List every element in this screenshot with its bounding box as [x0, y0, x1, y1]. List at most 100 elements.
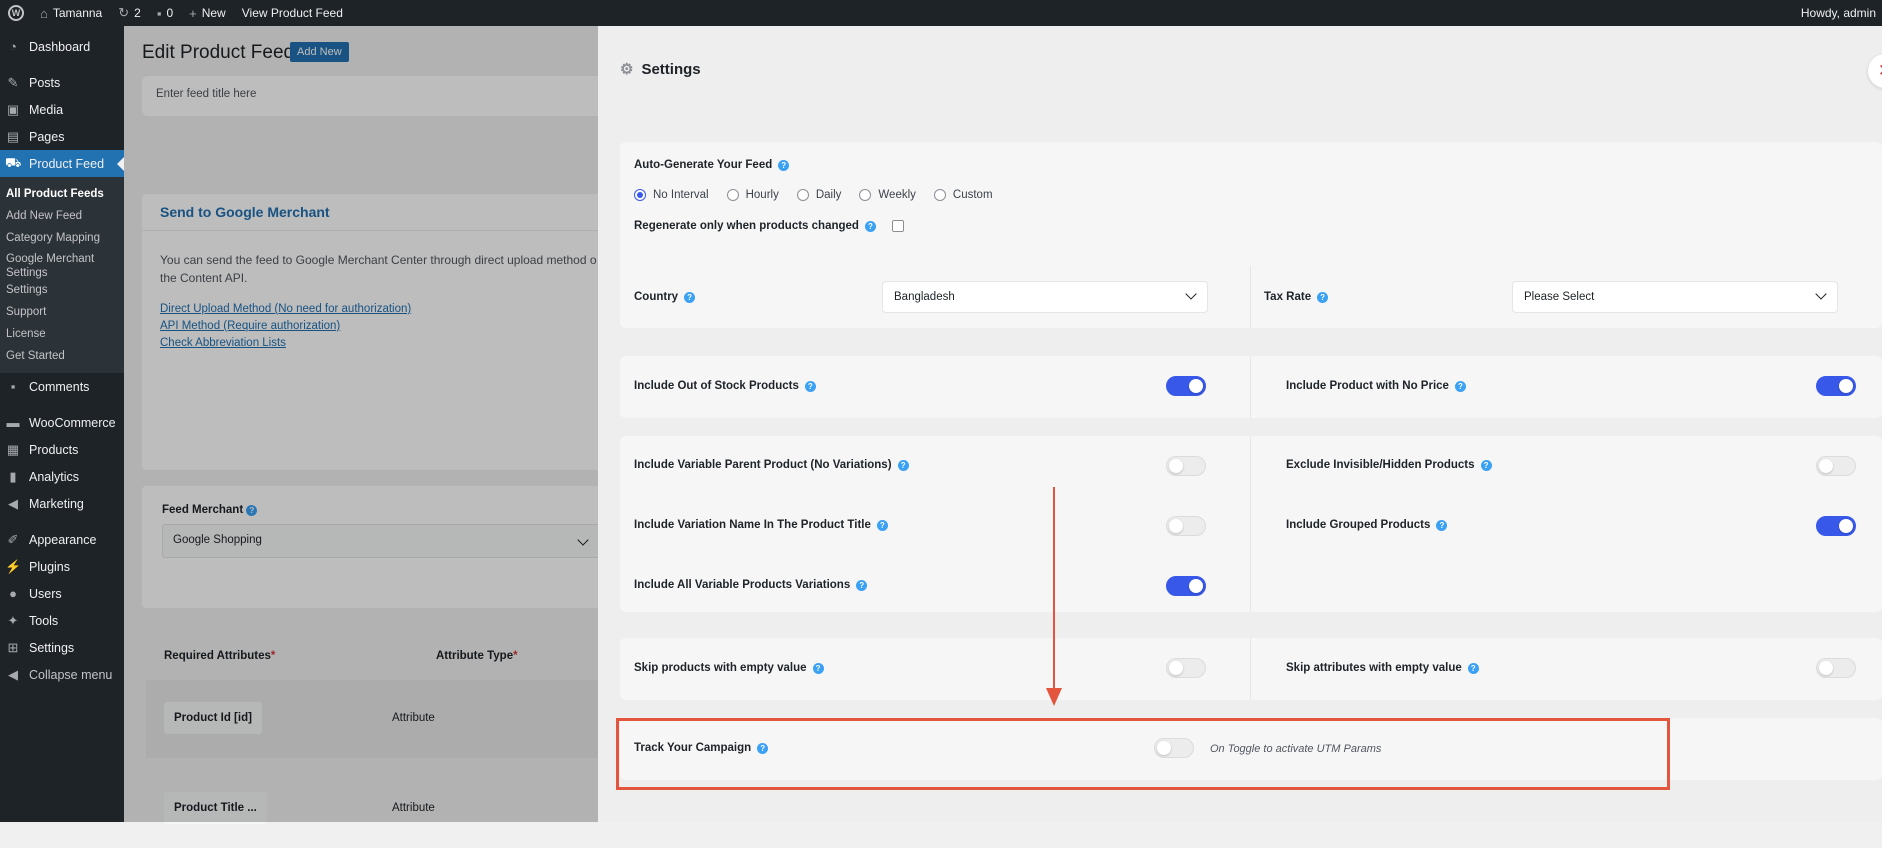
help-icon[interactable]: ? [684, 291, 696, 303]
submenu-item-license[interactable]: License [0, 323, 124, 345]
skip-attributes-toggle[interactable] [1816, 658, 1856, 678]
all-variations-toggle[interactable] [1166, 576, 1206, 596]
sidebar-item-marketing[interactable]: ◀ Marketing [0, 490, 124, 517]
sidebar-item-plugins[interactable]: ⚡ Plugins [0, 553, 124, 580]
radio-hourly[interactable]: Hourly [726, 189, 779, 201]
new-content-link[interactable]: + New [181, 0, 234, 26]
sidebar-item-label: Products [29, 442, 79, 457]
stock-price-card: Include Out of Stock Products? Include P… [620, 356, 1882, 418]
regenerate-checkbox[interactable] [891, 220, 904, 232]
radio-button[interactable] [634, 189, 646, 201]
sidebar-item-media[interactable]: ▣ Media [0, 96, 124, 123]
help-icon[interactable]: ? [1436, 519, 1448, 531]
annotation-arrow [1053, 487, 1055, 690]
help-icon[interactable]: ? [812, 662, 824, 674]
sidebar-item-label: Dashboard [29, 39, 91, 54]
variable-parent-toggle[interactable] [1166, 456, 1206, 476]
chevron-down-icon [1185, 288, 1197, 300]
settings-drawer: ⚙ Settings ✕ Auto-Generate Your Feed? No … [598, 26, 1882, 822]
auto-generate-text: Auto-Generate Your Feed [634, 159, 773, 171]
help-icon[interactable]: ? [778, 159, 790, 171]
sidebar-item-tools[interactable]: ✦ Tools [0, 607, 124, 634]
sidebar-item-analytics[interactable]: ▮ Analytics [0, 463, 124, 490]
country-value: Bangladesh [894, 291, 955, 303]
sidebar-item-appearance[interactable]: ✐ Appearance [0, 526, 124, 553]
sidebar-item-label: Product Feed [29, 156, 105, 171]
submenu-item-add-new-feed[interactable]: Add New Feed [0, 205, 124, 227]
wordpress-logo-menu[interactable]: W [0, 0, 32, 26]
home-icon: ⌂ [40, 5, 48, 21]
variation-name-text: Include Variation Name In The Product Ti… [634, 519, 871, 531]
comments-link[interactable]: ▪ 0 [149, 0, 181, 26]
help-icon[interactable]: ? [1467, 662, 1479, 674]
radio-button[interactable] [796, 189, 809, 201]
close-button[interactable]: ✕ [1868, 54, 1882, 88]
tax-rate-value: Please Select [1524, 291, 1595, 303]
auto-generate-label: Auto-Generate Your Feed? [634, 159, 790, 171]
radio-no-interval[interactable]: No Interval [634, 189, 709, 201]
submenu-item-google-merchant-settings[interactable]: Google Merchant Settings [0, 249, 124, 279]
pin-icon: ✎ [7, 74, 19, 90]
help-icon[interactable]: ? [864, 220, 876, 232]
sidebar-item-dashboard[interactable]: ◔ Dashboard [0, 33, 124, 60]
country-text: Country [634, 291, 679, 303]
sidebar-item-comments[interactable]: ▪ Comments [0, 373, 124, 400]
sidebar-item-users[interactable]: ● Users [0, 580, 124, 607]
submenu-item-category-mapping[interactable]: Category Mapping [0, 227, 124, 249]
radio-label: No Interval [653, 189, 709, 201]
variation-name-toggle[interactable] [1166, 516, 1206, 536]
sidebar-item-settings[interactable]: ⊞ Settings [0, 634, 124, 661]
submenu-item-get-started[interactable]: Get Started [0, 345, 124, 367]
help-icon[interactable]: ? [856, 579, 868, 591]
modal-backdrop[interactable] [124, 26, 598, 822]
help-icon[interactable]: ? [897, 459, 909, 471]
no-price-toggle[interactable] [1816, 376, 1856, 396]
sidebar-item-pages[interactable]: ▤ Pages [0, 123, 124, 150]
cart-icon: ⛟ [5, 154, 22, 170]
help-icon[interactable]: ? [876, 519, 888, 531]
collapse-menu-button[interactable]: ◀ Collapse menu [0, 661, 124, 688]
view-product-feed-link[interactable]: View Product Feed [234, 0, 351, 26]
skip-attributes-label: Skip attributes with empty value? [1286, 662, 1479, 674]
radio-daily[interactable]: Daily [796, 189, 841, 201]
megaphone-icon: ◀ [8, 495, 18, 511]
out-of-stock-toggle[interactable] [1166, 376, 1206, 396]
exclude-invisible-text: Exclude Invisible/Hidden Products [1286, 459, 1475, 471]
country-select[interactable]: Bangladesh [882, 281, 1208, 313]
radio-custom[interactable]: Custom [933, 189, 993, 201]
updates-link[interactable]: ↻ 2 [110, 0, 149, 26]
help-icon[interactable]: ? [1480, 459, 1492, 471]
sidebar-item-posts[interactable]: ✎ Posts [0, 69, 124, 96]
radio-button[interactable] [726, 189, 739, 201]
site-name: Tamanna [52, 6, 103, 20]
account-menu[interactable]: Howdy, admin [1793, 0, 1882, 26]
submenu-item-support[interactable]: Support [0, 301, 124, 323]
sidebar-item-product-feed[interactable]: ⛟ Product Feed [0, 150, 124, 177]
exclude-invisible-toggle[interactable] [1816, 456, 1856, 476]
radio-label: Weekly [878, 189, 916, 201]
settings-icon: ⊞ [7, 639, 19, 655]
tax-rate-select[interactable]: Please Select [1512, 281, 1838, 313]
sidebar-item-woocommerce[interactable]: ▬ WooCommerce [0, 409, 124, 436]
grouped-products-toggle[interactable] [1816, 516, 1856, 536]
annotation-highlight-box [616, 718, 1670, 790]
help-icon[interactable]: ? [1454, 380, 1466, 392]
updates-icon: ↻ [118, 5, 130, 20]
tax-rate-label: Tax Rate? [1264, 291, 1329, 303]
radio-button[interactable] [933, 189, 946, 201]
help-icon[interactable]: ? [1317, 291, 1329, 303]
out-of-stock-label: Include Out of Stock Products? [634, 380, 816, 392]
site-name-link[interactable]: ⌂ Tamanna [32, 0, 110, 26]
help-icon[interactable]: ? [804, 380, 816, 392]
skip-products-toggle[interactable] [1166, 658, 1206, 678]
radio-weekly[interactable]: Weekly [859, 189, 916, 201]
radio-label: Custom [952, 189, 993, 201]
comment-icon: ▪ [10, 379, 16, 394]
radio-button[interactable] [859, 189, 872, 201]
submenu-item-settings[interactable]: Settings [0, 279, 124, 301]
card-divider [1250, 356, 1251, 418]
submenu-item-all-feeds[interactable]: All Product Feeds [0, 183, 124, 205]
sidebar-item-label: Collapse menu [29, 667, 113, 682]
pages-icon: ▤ [6, 128, 20, 144]
sidebar-item-products[interactable]: ▦ Products [0, 436, 124, 463]
